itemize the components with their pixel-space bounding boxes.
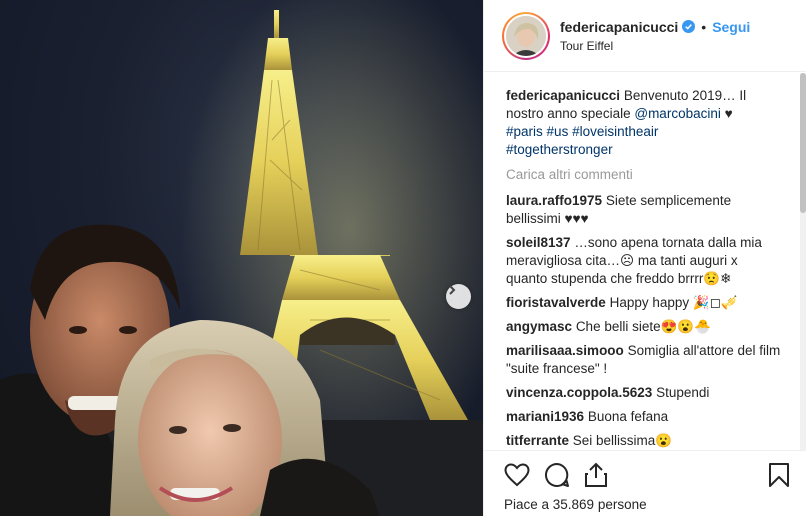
comment-username[interactable]: fioristavalverde xyxy=(506,295,606,310)
comment-item: vincenza.coppola.5623 Stupendi xyxy=(506,384,782,402)
post-photo[interactable] xyxy=(0,0,483,516)
comment-item: fioristavalverde Happy happy 🎉◻🎺 xyxy=(506,294,782,312)
comment-icon[interactable] xyxy=(544,462,570,488)
comment-username[interactable]: angymasc xyxy=(506,319,572,334)
comment-username[interactable]: mariani1936 xyxy=(506,409,584,424)
avatar-image xyxy=(506,15,546,56)
separator-dot: • xyxy=(701,18,707,35)
caption: federicapanicucci Benvenuto 2019… Il nos… xyxy=(506,87,782,159)
comment-item: angymasc Che belli siete😍😮🐣 xyxy=(506,318,782,336)
heart-emoji: ♥ xyxy=(724,106,733,121)
post-header: federicapanicucci • Segui Tour Eiffel xyxy=(484,0,806,72)
comment-text: Buona fefana xyxy=(587,409,669,424)
avatar[interactable] xyxy=(502,11,550,60)
comment-username[interactable]: titferrante xyxy=(506,433,569,448)
action-bar: Piace a 35.869 persone xyxy=(484,450,806,516)
follow-button[interactable]: Segui xyxy=(712,19,750,35)
likes-count[interactable]: Piace a 35.869 persone xyxy=(504,497,790,512)
scrollbar-thumb[interactable] xyxy=(800,73,806,213)
post-sidebar: federicapanicucci • Segui Tour Eiffel fe… xyxy=(483,0,806,516)
header-username[interactable]: federicapanicucci xyxy=(560,19,678,35)
comment-text: Sei bellissima😮 xyxy=(572,433,673,448)
load-more-comments-button[interactable]: Carica altri commenti xyxy=(506,167,782,182)
next-photo-button[interactable] xyxy=(446,284,471,309)
chevron-right-icon xyxy=(449,285,456,295)
comment-item: soleil8137 …sono apena tornata dalla mia… xyxy=(506,234,782,288)
comment-text: Happy happy 🎉◻🎺 xyxy=(609,295,738,310)
comment-text: Stupendi xyxy=(656,385,710,400)
comment-username[interactable]: laura.raffo1975 xyxy=(506,193,602,208)
bookmark-icon[interactable] xyxy=(768,462,790,488)
location-link[interactable]: Tour Eiffel xyxy=(560,39,750,53)
comment-username[interactable]: marilisaaa.simooo xyxy=(506,343,624,358)
photo-illustration xyxy=(0,0,483,516)
comment-item: titferrante Sei bellissima😮 xyxy=(506,432,782,450)
comment-username[interactable]: vincenza.coppola.5623 xyxy=(506,385,652,400)
hashtag-link[interactable]: #loveisintheair xyxy=(572,124,658,139)
hashtag-link[interactable]: #us xyxy=(547,124,569,139)
comment-username[interactable]: soleil8137 xyxy=(506,235,571,250)
comment-text: Che belli siete😍😮🐣 xyxy=(575,319,712,334)
mention-link[interactable]: @marcobacini xyxy=(634,106,720,121)
hashtag-link[interactable]: #paris xyxy=(506,124,543,139)
share-icon[interactable] xyxy=(584,462,608,488)
comment-item: marilisaaa.simooo Somiglia all'attore de… xyxy=(506,342,782,378)
comment-item: mariani1936 Buona fefana xyxy=(506,408,782,426)
heart-icon[interactable] xyxy=(504,463,530,487)
comment-item: laura.raffo1975 Siete semplicemente bell… xyxy=(506,192,782,228)
hashtag-link[interactable]: #togetherstronger xyxy=(506,142,613,157)
comments-list: federicapanicucci Benvenuto 2019… Il nos… xyxy=(484,73,798,450)
verified-badge-icon xyxy=(682,20,696,33)
caption-username[interactable]: federicapanicucci xyxy=(506,88,620,103)
